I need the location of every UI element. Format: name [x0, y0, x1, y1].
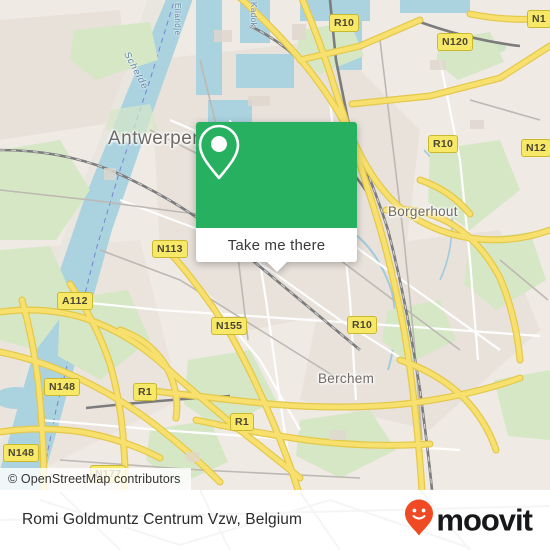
- callout-action-panel[interactable]: Take me there: [196, 228, 357, 262]
- moovit-smiley-pin-icon: [404, 499, 434, 542]
- callout-icon-panel: [196, 122, 357, 228]
- map-canvas[interactable]: Antwerpen Borgerhout Berchem Schelde Eil…: [0, 0, 550, 490]
- moovit-place-map-screenshot: Antwerpen Borgerhout Berchem Schelde Eil…: [0, 0, 550, 550]
- footer-bar: Romi Goldmuntz Centrum Vzw, Belgium moov…: [0, 490, 550, 550]
- moovit-wordmark: moovit: [436, 502, 533, 538]
- destination-callout-card[interactable]: Take me there: [196, 122, 357, 272]
- place-title: Romi Goldmuntz Centrum Vzw, Belgium: [22, 511, 303, 528]
- osm-attribution[interactable]: © OpenStreetMap contributors: [0, 468, 191, 490]
- moovit-logo[interactable]: moovit: [404, 499, 533, 542]
- take-me-there-label: Take me there: [227, 236, 326, 254]
- callout-pointer-tail: [266, 261, 288, 272]
- osm-attribution-text: © OpenStreetMap contributors: [8, 472, 181, 486]
